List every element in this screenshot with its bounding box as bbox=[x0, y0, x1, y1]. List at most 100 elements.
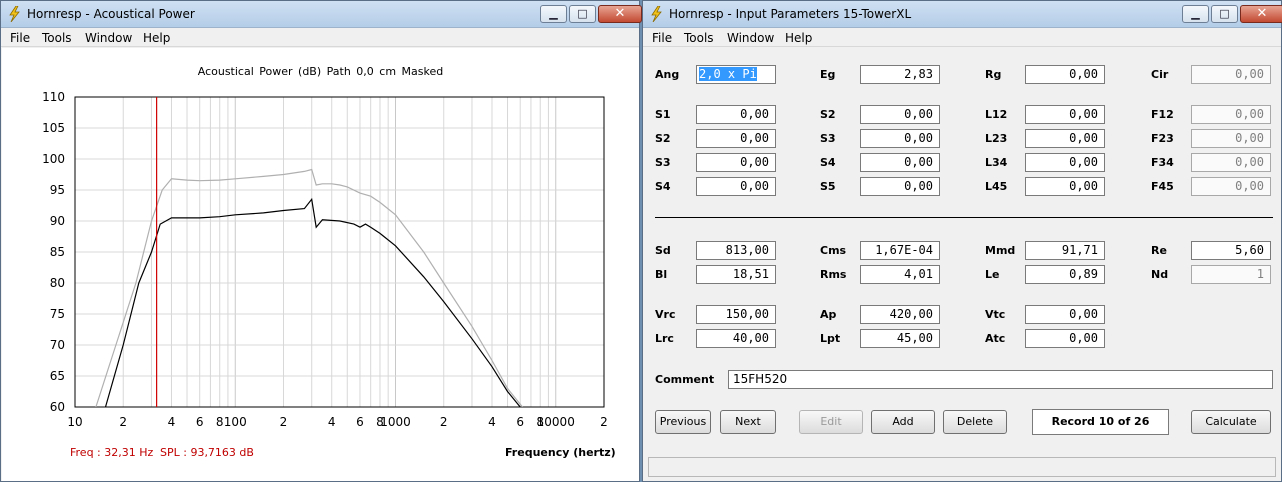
y-tick-label: 70 bbox=[50, 338, 65, 352]
calculate-button[interactable]: Calculate bbox=[1191, 410, 1271, 434]
menu-file[interactable]: File bbox=[652, 31, 672, 45]
minimize-icon: ▁ bbox=[1191, 7, 1200, 20]
section-divider bbox=[655, 217, 1273, 218]
l12-field[interactable]: 0,00 bbox=[1025, 105, 1105, 124]
x-tick-label: 2 bbox=[119, 415, 127, 429]
s1-field[interactable]: 0,00 bbox=[696, 105, 776, 124]
menu-bar: File Tools Window Help bbox=[1, 28, 639, 47]
sd-field[interactable]: 813,00 bbox=[696, 241, 776, 260]
label-f45: F45 bbox=[1151, 180, 1174, 193]
bl-field[interactable]: 18,51 bbox=[696, 265, 776, 284]
f34-field[interactable]: 0,00 bbox=[1191, 153, 1271, 172]
label-f23: F23 bbox=[1151, 132, 1174, 145]
s3b-field[interactable]: 0,00 bbox=[696, 153, 776, 172]
add-button[interactable]: Add bbox=[871, 410, 935, 434]
minimize-button[interactable]: ▁ bbox=[1182, 5, 1209, 23]
lrc-field[interactable]: 40,00 bbox=[696, 329, 776, 348]
f45-field[interactable]: 0,00 bbox=[1191, 177, 1271, 196]
label-s4: S4 bbox=[820, 156, 836, 169]
edit-button[interactable]: Edit bbox=[799, 410, 863, 434]
s2b-field[interactable]: 0,00 bbox=[696, 129, 776, 148]
menu-tools[interactable]: Tools bbox=[42, 31, 72, 45]
menu-window[interactable]: Window bbox=[727, 31, 774, 45]
menu-help[interactable]: Help bbox=[785, 31, 812, 45]
maximize-button[interactable]: □ bbox=[569, 5, 596, 23]
close-button[interactable]: ✕ bbox=[1240, 5, 1282, 23]
close-button[interactable]: ✕ bbox=[598, 5, 642, 23]
title-bar[interactable]: Hornresp - Acoustical Power ▁ □ ✕ bbox=[1, 1, 642, 28]
s3-field[interactable]: 0,00 bbox=[860, 129, 940, 148]
atc-field[interactable]: 0,00 bbox=[1025, 329, 1105, 348]
maximize-button[interactable]: □ bbox=[1211, 5, 1238, 23]
label-rg: Rg bbox=[985, 68, 1002, 81]
label-l45: L45 bbox=[985, 180, 1008, 193]
menu-file[interactable]: File bbox=[10, 31, 30, 45]
previous-button[interactable]: Previous bbox=[655, 410, 711, 434]
f23-field[interactable]: 0,00 bbox=[1191, 129, 1271, 148]
eg-field[interactable]: 2,83 bbox=[860, 65, 940, 84]
y-tick-label: 110 bbox=[42, 90, 65, 104]
vrc-field[interactable]: 150,00 bbox=[696, 305, 776, 324]
lpt-field[interactable]: 45,00 bbox=[860, 329, 940, 348]
y-tick-label: 60 bbox=[50, 400, 65, 414]
nd-field[interactable]: 1 bbox=[1191, 265, 1271, 284]
f12-field[interactable]: 0,00 bbox=[1191, 105, 1271, 124]
cms-field[interactable]: 1,67E-04 bbox=[860, 241, 940, 260]
x-axis-label: Frequency (hertz) bbox=[505, 446, 616, 459]
record-indicator: Record 10 of 26 bbox=[1032, 409, 1169, 435]
maximize-icon: □ bbox=[577, 7, 588, 20]
minimize-button[interactable]: ▁ bbox=[540, 5, 567, 23]
parameters-panel: Ang 2,0 x Pi Eg 2,83 Rg 0,00 Cir 0,00 S1… bbox=[644, 48, 1281, 454]
label-bl: Bl bbox=[655, 268, 668, 281]
label-s1: S1 bbox=[655, 108, 671, 121]
s5-field[interactable]: 0,00 bbox=[860, 177, 940, 196]
label-lpt: Lpt bbox=[820, 332, 841, 345]
label-ap: Ap bbox=[820, 308, 837, 321]
le-field[interactable]: 0,89 bbox=[1025, 265, 1105, 284]
label-lrc: Lrc bbox=[655, 332, 674, 345]
y-tick-label: 100 bbox=[42, 152, 65, 166]
label-f34: F34 bbox=[1151, 156, 1174, 169]
rms-field[interactable]: 4,01 bbox=[860, 265, 940, 284]
label-rms: Rms bbox=[820, 268, 847, 281]
mmd-field[interactable]: 91,71 bbox=[1025, 241, 1105, 260]
title-bar[interactable]: Hornresp - Input Parameters 15-TowerXL ▁… bbox=[643, 1, 1282, 28]
menu-help[interactable]: Help bbox=[143, 31, 170, 45]
rg-field[interactable]: 0,00 bbox=[1025, 65, 1105, 84]
x-tick-label: 8 bbox=[216, 415, 224, 429]
x-tick-label: 10000 bbox=[537, 415, 575, 429]
label-s4b: S4 bbox=[655, 180, 671, 193]
re-field[interactable]: 5,60 bbox=[1191, 241, 1271, 260]
status-bar bbox=[648, 457, 1276, 477]
label-l34: L34 bbox=[985, 156, 1008, 169]
l34-field[interactable]: 0,00 bbox=[1025, 153, 1105, 172]
label-cir: Cir bbox=[1151, 68, 1169, 81]
menu-window[interactable]: Window bbox=[85, 31, 132, 45]
next-button[interactable]: Next bbox=[720, 410, 776, 434]
l23-field[interactable]: 0,00 bbox=[1025, 129, 1105, 148]
ap-field[interactable]: 420,00 bbox=[860, 305, 940, 324]
menu-tools[interactable]: Tools bbox=[684, 31, 714, 45]
chart-area[interactable]: Acoustical Power (dB) Path 0,0 cm Masked… bbox=[2, 48, 639, 481]
label-l23: L23 bbox=[985, 132, 1008, 145]
label-mmd: Mmd bbox=[985, 244, 1016, 257]
label-s5: S5 bbox=[820, 180, 836, 193]
vtc-field[interactable]: 0,00 bbox=[1025, 305, 1105, 324]
s2-field[interactable]: 0,00 bbox=[860, 105, 940, 124]
acoustical-power-window: Hornresp - Acoustical Power ▁ □ ✕ File T… bbox=[0, 0, 642, 482]
ang-value: 2,0 x Pi bbox=[699, 67, 757, 81]
ang-field[interactable]: 2,0 x Pi bbox=[696, 65, 776, 84]
y-tick-label: 80 bbox=[50, 276, 65, 290]
label-sd: Sd bbox=[655, 244, 671, 257]
acoustical-power-chart[interactable]: 606570758085909510010511010 2 4 6 8 100 2 4 6 810… bbox=[2, 48, 639, 481]
delete-button[interactable]: Delete bbox=[943, 410, 1007, 434]
l45-field[interactable]: 0,00 bbox=[1025, 177, 1105, 196]
hornresp-lightning-icon bbox=[651, 6, 662, 22]
label-eg: Eg bbox=[820, 68, 836, 81]
cir-field[interactable]: 0,00 bbox=[1191, 65, 1271, 84]
s4-field[interactable]: 0,00 bbox=[860, 153, 940, 172]
x-tick-label: 6 bbox=[356, 415, 364, 429]
comment-input[interactable]: 15FH520 bbox=[728, 370, 1273, 389]
s4b-field[interactable]: 0,00 bbox=[696, 177, 776, 196]
label-nd: Nd bbox=[1151, 268, 1169, 281]
